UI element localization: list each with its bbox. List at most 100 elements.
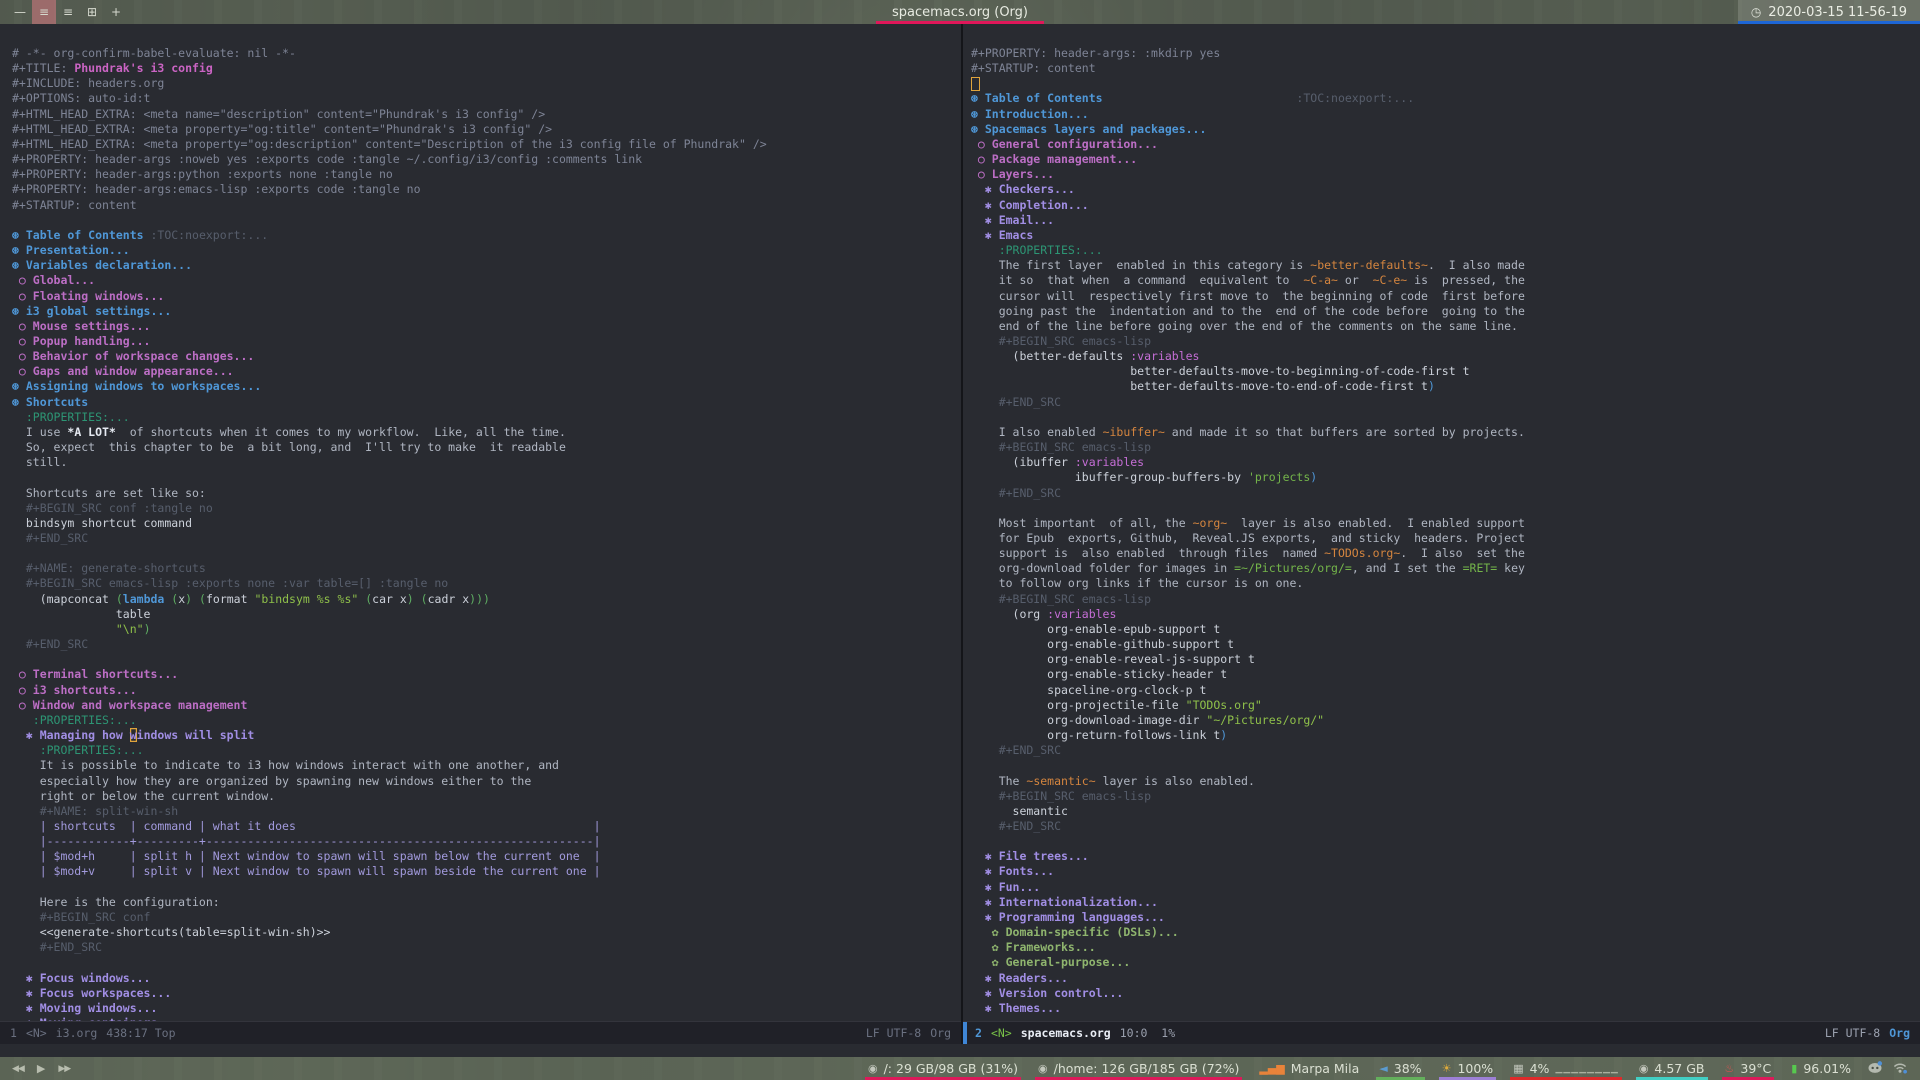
buffer-line[interactable]: #+END_SRC bbox=[971, 486, 1920, 501]
buffer-line[interactable]: org-return-follows-link t) bbox=[971, 728, 1920, 743]
buffer-line[interactable] bbox=[12, 652, 961, 667]
buffer-spacemacs-org[interactable]: #+PROPERTY: header-args: :mkdirp yes #+ST… bbox=[963, 24, 1920, 1021]
workspace-button[interactable]: ≡ bbox=[32, 0, 56, 24]
workspace-button[interactable]: ⊞ bbox=[80, 0, 104, 24]
buffer-line[interactable]: ✱ File trees... bbox=[971, 849, 1920, 864]
buffer-line[interactable] bbox=[12, 470, 961, 485]
buffer-line[interactable]: #+END_SRC bbox=[12, 531, 961, 546]
buffer-line[interactable]: going past the indentation and to the en… bbox=[971, 304, 1920, 319]
previous-track-button[interactable]: ◀◀ bbox=[12, 1064, 25, 1074]
buffer-line[interactable]: | $mod+h | split h | Next window to spaw… bbox=[12, 849, 961, 864]
buffer-line[interactable]: "\n") bbox=[12, 622, 961, 637]
buffer-line[interactable]: ○ Terminal shortcuts... bbox=[12, 667, 961, 682]
next-track-button[interactable]: ▶▶ bbox=[58, 1064, 71, 1074]
buffer-line[interactable] bbox=[971, 758, 1920, 773]
buffer-line[interactable]: ✱ Managing how windows will split bbox=[12, 728, 961, 743]
buffer-line[interactable]: org-enable-sticky-header t bbox=[971, 667, 1920, 682]
buffer-line[interactable]: ○ General configuration... bbox=[971, 137, 1920, 152]
buffer-line[interactable]: (better-defaults :variables bbox=[971, 349, 1920, 364]
buffer-line[interactable]: #+HTML_HEAD_EXTRA: <meta property="og:ti… bbox=[12, 122, 961, 137]
buffer-line[interactable]: :PROPERTIES:... bbox=[971, 243, 1920, 258]
buffer-line[interactable]: #+END_SRC bbox=[12, 940, 961, 955]
buffer-line[interactable]: ○ Popup handling... bbox=[12, 334, 961, 349]
workspace-button[interactable]: — bbox=[8, 0, 32, 24]
buffer-line[interactable]: | shortcuts | command | what it does | bbox=[12, 819, 961, 834]
buffer-i3-org[interactable]: # -*- org-confirm-babel-evaluate: nil -*… bbox=[0, 24, 961, 1021]
buffer-line[interactable]: ⊛ Table of Contents :TOC:noexport:... bbox=[971, 91, 1920, 106]
buffer-line[interactable]: ✱ Email... bbox=[971, 213, 1920, 228]
modeline-left[interactable]: 1 <N> i3.org 438:17 Top LF UTF-8 Org bbox=[0, 1021, 961, 1044]
buffer-line[interactable]: especially how they are organized by spa… bbox=[12, 774, 961, 789]
buffer-line[interactable]: ⊛ Introduction... bbox=[971, 107, 1920, 122]
buffer-line[interactable]: ○ Mouse settings... bbox=[12, 319, 961, 334]
buffer-line[interactable]: #+TITLE: Phundrak's i3 config bbox=[12, 61, 961, 76]
buffer-line[interactable]: #+HTML_HEAD_EXTRA: <meta name="descripti… bbox=[12, 107, 961, 122]
buffer-line[interactable]: bindsym shortcut command bbox=[12, 516, 961, 531]
buffer-line[interactable] bbox=[971, 410, 1920, 425]
buffer-line[interactable]: ○ i3 shortcuts... bbox=[12, 683, 961, 698]
buffer-line[interactable]: #+END_SRC bbox=[971, 395, 1920, 410]
buffer-line[interactable]: ⊛ Variables declaration... bbox=[12, 258, 961, 273]
buffer-line[interactable]: ✱ Version control... bbox=[971, 986, 1920, 1001]
buffer-line[interactable]: ⊛ Assigning windows to workspaces... bbox=[12, 379, 961, 394]
buffer-line[interactable]: It is possible to indicate to i3 how win… bbox=[12, 758, 961, 773]
buffer-line[interactable]: (ibuffer :variables bbox=[971, 455, 1920, 470]
buffer-line[interactable]: org-enable-github-support t bbox=[971, 637, 1920, 652]
buffer-line[interactable] bbox=[971, 501, 1920, 516]
buffer-line[interactable]: #+STARTUP: content bbox=[12, 198, 961, 213]
workspace-button[interactable]: + bbox=[104, 0, 128, 24]
buffer-line[interactable]: end of the line before going over the en… bbox=[971, 319, 1920, 334]
buffer-line[interactable]: ○ Global... bbox=[12, 273, 961, 288]
buffer-line[interactable]: ✱ Focus windows... bbox=[12, 971, 961, 986]
buffer-line[interactable]: ○ Window and workspace management bbox=[12, 698, 961, 713]
buffer-line[interactable]: :PROPERTIES:... bbox=[12, 410, 961, 425]
buffer-line[interactable] bbox=[12, 955, 961, 970]
buffer-line[interactable]: ○ Gaps and window appearance... bbox=[12, 364, 961, 379]
buffer-line[interactable]: ✿ Domain-specific (DSLs)... bbox=[971, 925, 1920, 940]
buffer-line[interactable] bbox=[971, 76, 1920, 92]
buffer-line[interactable]: #+END_SRC bbox=[12, 637, 961, 652]
buffer-line[interactable]: #+PROPERTY: header-args: :mkdirp yes bbox=[971, 46, 1920, 61]
buffer-line[interactable]: ⊛ Shortcuts bbox=[12, 395, 961, 410]
buffer-line[interactable]: ✱ Emacs bbox=[971, 228, 1920, 243]
buffer-line[interactable]: (mapconcat (lambda (x) (format "bindsym … bbox=[12, 592, 961, 607]
buffer-line[interactable]: The ~semantic~ layer is also enabled. bbox=[971, 774, 1920, 789]
buffer-line[interactable]: :PROPERTIES:... bbox=[12, 743, 961, 758]
buffer-line[interactable]: ✿ Frameworks... bbox=[971, 940, 1920, 955]
buffer-line[interactable]: (org :variables bbox=[971, 607, 1920, 622]
buffer-line[interactable]: # -*- org-confirm-babel-evaluate: nil -*… bbox=[12, 46, 961, 61]
buffer-line[interactable]: #+BEGIN_SRC emacs-lisp bbox=[971, 440, 1920, 455]
clock-widget[interactable]: ◷ 2020-03-15 11-56-19 bbox=[1737, 0, 1920, 24]
buffer-line[interactable]: ⊛ Table of Contents :TOC:noexport:... bbox=[12, 228, 961, 243]
buffer-line[interactable]: ✱ Readers... bbox=[971, 971, 1920, 986]
buffer-line[interactable]: org-download-image-dir "~/Pictures/org/" bbox=[971, 713, 1920, 728]
buffer-line[interactable]: ✱ Programming languages... bbox=[971, 910, 1920, 925]
buffer-line[interactable]: org-enable-epub-support t bbox=[971, 622, 1920, 637]
buffer-line[interactable]: org-projectile-file "TODOs.org" bbox=[971, 698, 1920, 713]
buffer-line[interactable]: semantic bbox=[971, 804, 1920, 819]
buffer-line[interactable]: for Epub exports, Github, Reveal.JS expo… bbox=[971, 531, 1920, 546]
buffer-line[interactable]: The first layer enabled in this category… bbox=[971, 258, 1920, 273]
buffer-line[interactable]: spaceline-org-clock-p t bbox=[971, 683, 1920, 698]
play-button[interactable]: ▶ bbox=[37, 1062, 45, 1075]
buffer-line[interactable]: ⊛ Presentation... bbox=[12, 243, 961, 258]
buffer-line[interactable]: #+INCLUDE: headers.org bbox=[12, 76, 961, 91]
buffer-line[interactable]: ✿ General-purpose... bbox=[971, 955, 1920, 970]
buffer-line[interactable]: org-download folder for images in =~/Pic… bbox=[971, 561, 1920, 576]
modeline-right[interactable]: 2 <N> spacemacs.org 10:0 1% LF UTF-8 Org bbox=[963, 1021, 1920, 1044]
buffer-line[interactable]: ✱ Focus workspaces... bbox=[12, 986, 961, 1001]
buffer-line[interactable]: ibuffer-group-buffers-by 'projects) bbox=[971, 470, 1920, 485]
buffer-line[interactable]: | $mod+v | split v | Next window to spaw… bbox=[12, 864, 961, 879]
network-tray-icon[interactable] bbox=[1892, 1061, 1908, 1077]
workspace-button[interactable]: ≡ bbox=[56, 0, 80, 24]
buffer-line[interactable]: ✱ Themes... bbox=[971, 1001, 1920, 1016]
buffer-line[interactable]: ✱ Internationalization... bbox=[971, 895, 1920, 910]
buffer-line[interactable]: #+BEGIN_SRC conf :tangle no bbox=[12, 501, 961, 516]
buffer-line[interactable]: org-enable-reveal-js-support t bbox=[971, 652, 1920, 667]
buffer-line[interactable]: ⊛ Spacemacs layers and packages... bbox=[971, 122, 1920, 137]
buffer-line[interactable]: cursor will respectively first move to t… bbox=[971, 289, 1920, 304]
buffer-line[interactable]: #+HTML_HEAD_EXTRA: <meta property="og:de… bbox=[12, 137, 961, 152]
buffer-line[interactable]: it so that when a command equivalent to … bbox=[971, 273, 1920, 288]
buffer-line[interactable]: #+PROPERTY: header-args:python :exports … bbox=[12, 167, 961, 182]
buffer-line[interactable]: better-defaults-move-to-beginning-of-cod… bbox=[971, 364, 1920, 379]
